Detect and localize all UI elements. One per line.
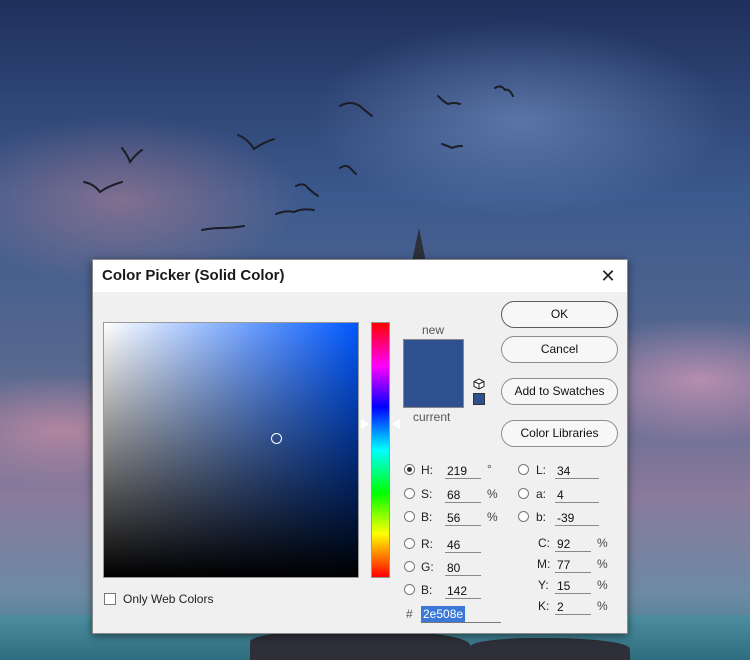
- hex-prefix: #: [406, 607, 413, 621]
- blue-radio[interactable]: [404, 584, 415, 595]
- lab-l-radio[interactable]: [518, 464, 529, 475]
- only-web-colors-label: Only Web Colors: [123, 592, 214, 606]
- color-picker-dialog: Color Picker (Solid Color) ✕ new current…: [92, 259, 628, 634]
- websafe-square-icon[interactable]: [473, 393, 485, 405]
- new-current-swatch[interactable]: [403, 339, 464, 408]
- black-input[interactable]: 2: [555, 599, 591, 615]
- lab-b-label: b:: [536, 510, 547, 524]
- green-input[interactable]: 80: [445, 560, 481, 576]
- hue-unit: °: [487, 462, 492, 476]
- brightness-input[interactable]: 56: [445, 510, 481, 526]
- cancel-button[interactable]: Cancel: [501, 336, 618, 363]
- hue-slider-handle-right[interactable]: [392, 419, 400, 429]
- title-bar: Color Picker (Solid Color) ✕: [93, 260, 627, 292]
- lab-a-input[interactable]: 4: [555, 487, 599, 503]
- blue-input[interactable]: 142: [445, 583, 481, 599]
- lab-b-input[interactable]: -39: [555, 510, 599, 526]
- black-unit: %: [597, 599, 608, 613]
- black-label: K:: [538, 599, 550, 613]
- current-color-label: current: [413, 410, 451, 424]
- red-label: R:: [421, 537, 433, 551]
- red-radio[interactable]: [404, 538, 415, 549]
- color-field-cursor[interactable]: [271, 433, 282, 444]
- saturation-unit: %: [487, 487, 498, 501]
- saturation-input[interactable]: 68: [445, 487, 481, 503]
- only-web-colors-checkbox[interactable]: [104, 593, 116, 605]
- new-color-label: new: [422, 323, 445, 337]
- hue-slider-handle-left[interactable]: [361, 419, 369, 429]
- blue-label: B:: [421, 583, 433, 597]
- green-radio[interactable]: [404, 561, 415, 572]
- lab-l-input[interactable]: 34: [555, 463, 599, 479]
- lab-a-label: a:: [536, 487, 547, 501]
- brightness-label: B:: [421, 510, 433, 524]
- hue-radio[interactable]: [404, 464, 415, 475]
- lab-b-radio[interactable]: [518, 511, 529, 522]
- brightness-unit: %: [487, 510, 498, 524]
- close-icon[interactable]: ✕: [595, 263, 621, 289]
- yellow-label: Y:: [538, 578, 549, 592]
- cube-icon[interactable]: [473, 378, 485, 390]
- hex-value: 2e508e: [421, 606, 466, 622]
- red-input[interactable]: 46: [445, 537, 481, 553]
- magenta-label: M:: [537, 557, 551, 571]
- color-libraries-button[interactable]: Color Libraries: [501, 420, 618, 447]
- dialog-title: Color Picker (Solid Color): [102, 267, 285, 284]
- add-to-swatches-button[interactable]: Add to Swatches: [501, 378, 618, 405]
- cyan-unit: %: [597, 536, 608, 550]
- rock-silhouette: [470, 638, 630, 660]
- saturation-label: S:: [421, 487, 433, 501]
- yellow-unit: %: [597, 578, 608, 592]
- green-label: G:: [421, 560, 434, 574]
- lab-l-label: L:: [536, 463, 547, 477]
- yellow-input[interactable]: 15: [555, 578, 591, 594]
- hex-input[interactable]: 2e508e: [421, 605, 501, 623]
- magenta-unit: %: [597, 557, 608, 571]
- ok-button[interactable]: OK: [501, 301, 618, 328]
- magenta-input[interactable]: 77: [555, 557, 591, 573]
- rock-silhouette: [250, 630, 470, 660]
- hue-label: H:: [421, 463, 433, 477]
- cyan-input[interactable]: 92: [555, 536, 591, 552]
- hue-slider[interactable]: [371, 322, 390, 578]
- hue-input[interactable]: 219: [445, 463, 481, 479]
- cyan-label: C:: [538, 536, 550, 550]
- brightness-radio[interactable]: [404, 511, 415, 522]
- color-field[interactable]: [103, 322, 359, 578]
- saturation-radio[interactable]: [404, 488, 415, 499]
- lab-a-radio[interactable]: [518, 488, 529, 499]
